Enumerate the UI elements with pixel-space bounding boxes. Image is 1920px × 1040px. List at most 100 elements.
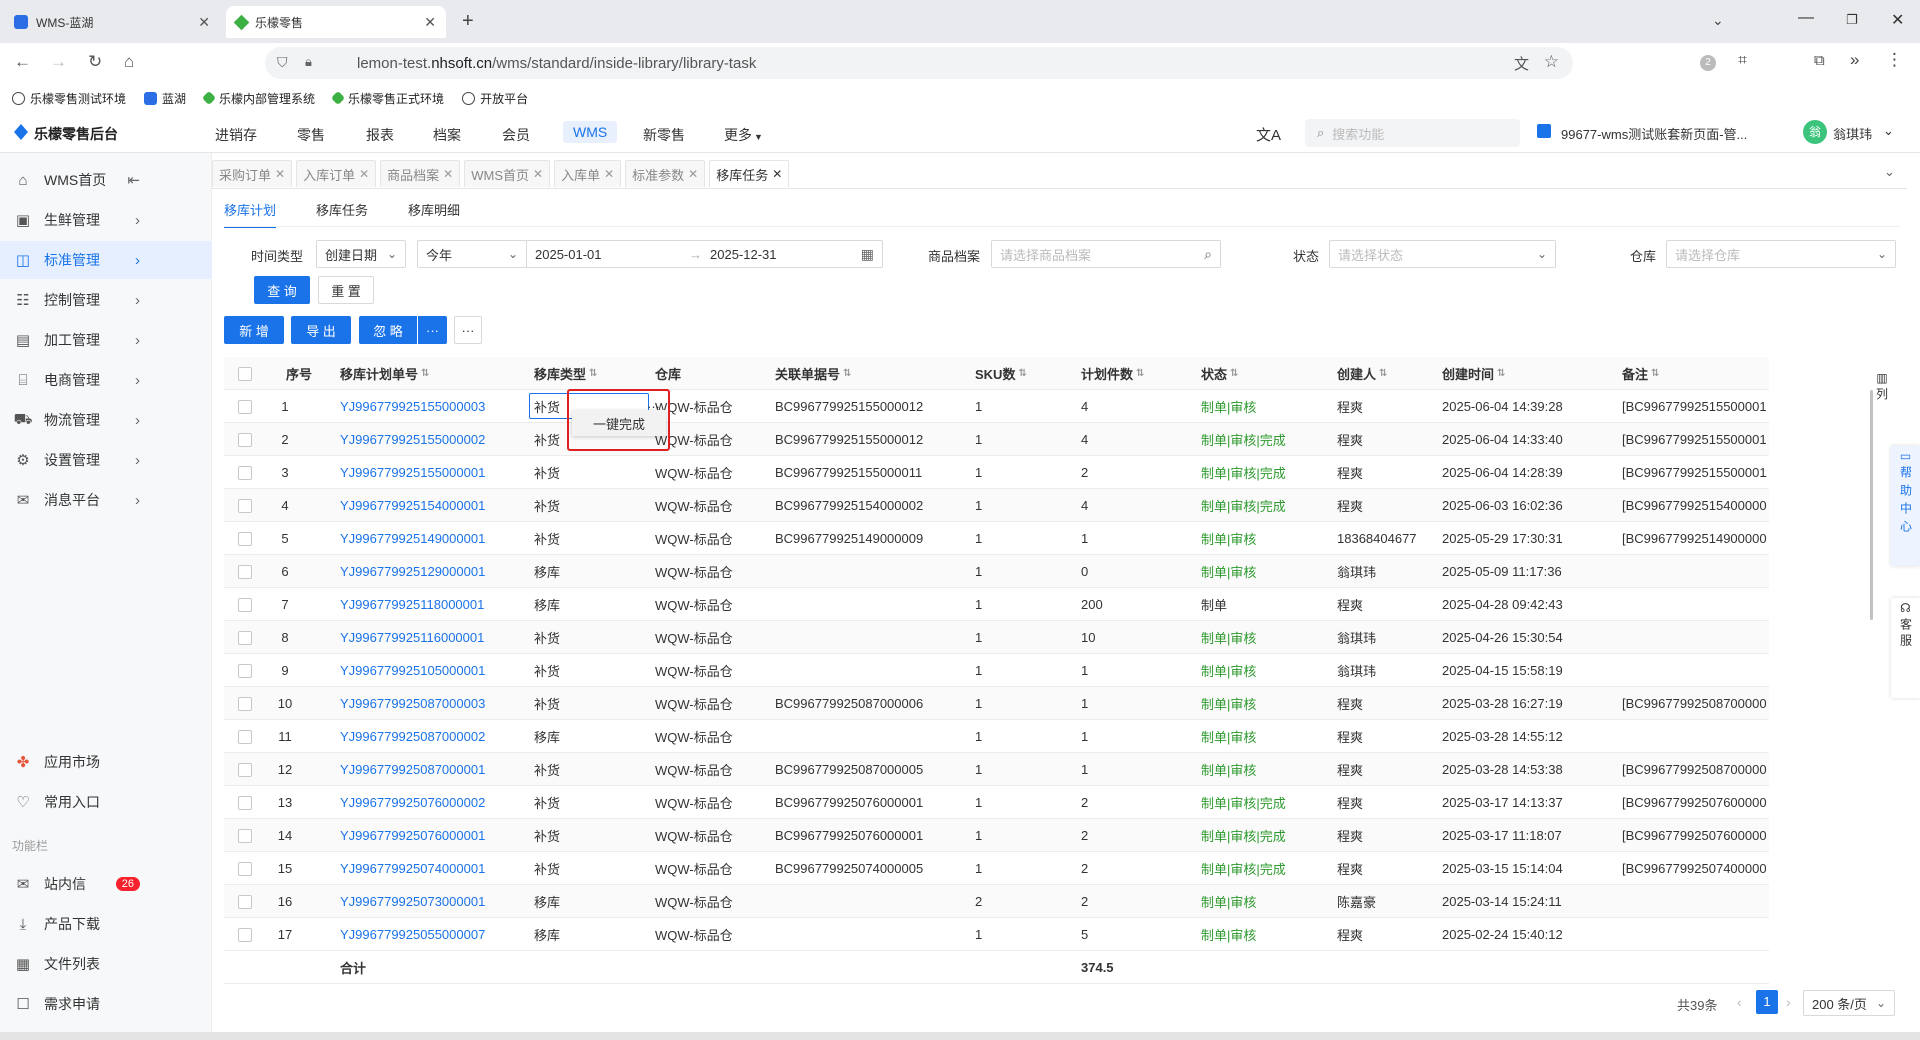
status-actions[interactable]: 制单|审核: [1201, 753, 1256, 786]
sidebar-item-fresh[interactable]: ▣ 生鲜管理 ›: [0, 201, 212, 239]
column-settings-button[interactable]: ▥ 列: [1876, 370, 1888, 402]
account-name[interactable]: 99677-wms测试账套新页面-管...: [1561, 124, 1747, 143]
status-actions[interactable]: 制单|审核|完成: [1201, 852, 1286, 885]
forward-icon[interactable]: →: [50, 52, 67, 72]
checkbox[interactable]: [238, 465, 252, 480]
bookmark-item[interactable]: 乐檬零售测试环境: [12, 90, 126, 107]
page-number[interactable]: 1: [1756, 990, 1778, 1014]
browser-tab-active[interactable]: 乐檬零售 ✕: [226, 6, 446, 38]
browser-menu-icon[interactable]: ⋮: [1886, 50, 1903, 70]
nav-item[interactable]: 会员: [502, 125, 530, 145]
row-checkbox-cell[interactable]: [238, 621, 252, 654]
tab-transfer-task[interactable]: 移库任务: [316, 200, 368, 228]
plan-number-link[interactable]: YJ996779925154000001: [340, 489, 485, 522]
extension-badge[interactable]: 2: [1700, 55, 1716, 71]
next-page-icon[interactable]: ›: [1786, 994, 1791, 1010]
status-actions[interactable]: 制单|审核: [1201, 918, 1256, 951]
nav-item[interactable]: 进销存: [215, 125, 257, 145]
sidebar-item-processing[interactable]: ▤ 加工管理 ›: [0, 321, 212, 359]
table-row[interactable]: 12 YJ996779925087000001 补货 WQW-标品仓 BC9967799…: [224, 753, 1769, 786]
plan-number-link[interactable]: YJ996779925073000001: [340, 885, 485, 918]
page-tab[interactable]: 商品档案 ✕: [380, 160, 461, 187]
table-row[interactable]: 15 YJ996779925074000001 补货 WQW-标品仓 BC9967799…: [224, 852, 1769, 885]
status-actions[interactable]: 制单|审核|完成: [1201, 786, 1286, 819]
reload-icon[interactable]: ↻: [88, 52, 102, 72]
sidebar-item-standard[interactable]: ◫ 标准管理 ›: [0, 241, 212, 279]
row-checkbox-cell[interactable]: [238, 654, 252, 687]
status-actions[interactable]: 制单|审核|完成: [1201, 819, 1286, 852]
table-row[interactable]: 16 YJ996779925073000001 移库 WQW-标品仓 2 2 制单|审核 陈嘉…: [224, 885, 1769, 918]
table-row[interactable]: 17 YJ996779925055000007 移库 WQW-标品仓 1 5 制单|审核 程爽…: [224, 918, 1769, 951]
plan-number-link[interactable]: YJ996779925155000002: [340, 423, 485, 456]
checkbox[interactable]: [238, 663, 252, 678]
time-type-select[interactable]: 创建日期 ⌄: [316, 240, 406, 268]
nav-item[interactable]: 报表: [366, 125, 394, 145]
row-checkbox-cell[interactable]: [238, 720, 252, 753]
checkbox[interactable]: [238, 762, 252, 777]
checkbox[interactable]: [238, 696, 252, 711]
tab-list-icon[interactable]: ⌄: [1712, 12, 1724, 29]
checkbox[interactable]: [238, 432, 252, 447]
search-input[interactable]: ⌕ 搜索功能: [1305, 119, 1520, 147]
page-tab[interactable]: 标准参数 ✕: [625, 160, 706, 187]
checkbox[interactable]: [238, 399, 252, 414]
table-row[interactable]: 8 YJ996779925116000001 补货 WQW-标品仓 1 10 制单|审核 翁琪…: [224, 621, 1769, 654]
status-actions[interactable]: 制单|审核: [1201, 687, 1256, 720]
col-header[interactable]: 创建人 ⇅: [1337, 357, 1387, 390]
sidebar-item-messages[interactable]: ✉ 消息平台 ›: [0, 481, 212, 519]
sidebar-item-control[interactable]: ☷ 控制管理 ›: [0, 281, 212, 319]
more-tools-icon[interactable]: »: [1850, 50, 1859, 70]
page-tab[interactable]: 入库订单 ✕: [296, 160, 377, 187]
close-icon[interactable]: ✕: [688, 167, 698, 181]
translate-icon[interactable]: 文: [1514, 53, 1529, 74]
crop-icon[interactable]: ⌗: [1738, 52, 1747, 70]
checkbox[interactable]: [238, 795, 252, 810]
star-icon[interactable]: ☆: [1544, 52, 1559, 72]
checkbox[interactable]: [238, 597, 252, 612]
sidebar-item-files[interactable]: ▦ 文件列表: [0, 945, 212, 983]
row-checkbox-cell[interactable]: [238, 456, 252, 489]
sidebar-item-inbox[interactable]: ✉ 站内信 26: [0, 865, 212, 903]
extensions-icon[interactable]: ⧉: [1814, 52, 1825, 69]
date-range-picker[interactable]: 2025-01-01 → 2025-12-31 ▦: [526, 240, 883, 268]
plan-number-link[interactable]: YJ996779925076000001: [340, 819, 485, 852]
bookmark-item[interactable]: 开放平台: [462, 90, 528, 107]
status-actions[interactable]: 制单|审核: [1201, 390, 1256, 423]
row-checkbox-cell[interactable]: [238, 885, 252, 918]
chevron-down-icon[interactable]: ⌄: [1883, 123, 1894, 139]
help-center-button[interactable]: ▭ 帮助中心: [1891, 446, 1920, 566]
plan-number-link[interactable]: YJ996779925155000001: [340, 456, 485, 489]
sidebar-item-app-market[interactable]: ✤ 应用市场: [0, 743, 212, 781]
row-checkbox-cell[interactable]: [238, 819, 252, 852]
plan-number-link[interactable]: YJ996779925076000002: [340, 786, 485, 819]
product-select[interactable]: 请选择商品档案 ⌕: [991, 240, 1221, 268]
plan-number-link[interactable]: YJ996779925155000003: [340, 390, 485, 423]
status-actions[interactable]: 制单|审核: [1201, 555, 1256, 588]
col-header[interactable]: 计划件数 ⇅: [1081, 357, 1144, 390]
close-icon[interactable]: ✕: [604, 167, 614, 181]
row-checkbox-cell[interactable]: [238, 588, 252, 621]
status-actions[interactable]: 制单|审核: [1201, 522, 1256, 555]
plan-number-link[interactable]: YJ996779925087000003: [340, 687, 485, 720]
checkbox[interactable]: [238, 498, 252, 513]
avatar[interactable]: 翁: [1803, 120, 1827, 144]
user-name[interactable]: 翁琪玮: [1833, 124, 1872, 143]
table-row[interactable]: 10 YJ996779925087000003 补货 WQW-标品仓 BC9967799…: [224, 687, 1769, 720]
close-icon[interactable]: ✕: [772, 167, 782, 181]
checkbox[interactable]: [238, 894, 252, 909]
checkbox[interactable]: [238, 564, 252, 579]
table-row[interactable]: 13 YJ996779925076000002 补货 WQW-标品仓 BC9967799…: [224, 786, 1769, 819]
close-icon[interactable]: ✕: [533, 167, 543, 181]
checkbox[interactable]: [238, 729, 252, 744]
page-size-select[interactable]: 200 条/页 ⌄: [1803, 990, 1895, 1016]
warehouse-select[interactable]: 请选择仓库 ⌄: [1666, 240, 1896, 268]
table-row[interactable]: 11 YJ996779925087000002 移库 WQW-标品仓 1 1 制单|审核 程爽…: [224, 720, 1769, 753]
ignore-button[interactable]: 忽 略: [359, 316, 417, 344]
status-actions[interactable]: 制单: [1201, 588, 1227, 621]
tab-transfer-plan[interactable]: 移库计划: [224, 200, 277, 228]
col-header[interactable]: 移库类型 ⇅: [534, 357, 597, 390]
nav-item[interactable]: 新零售: [643, 125, 685, 145]
date-start[interactable]: 2025-01-01: [535, 247, 602, 262]
checkbox[interactable]: [238, 927, 252, 942]
row-checkbox-cell[interactable]: [238, 852, 252, 885]
